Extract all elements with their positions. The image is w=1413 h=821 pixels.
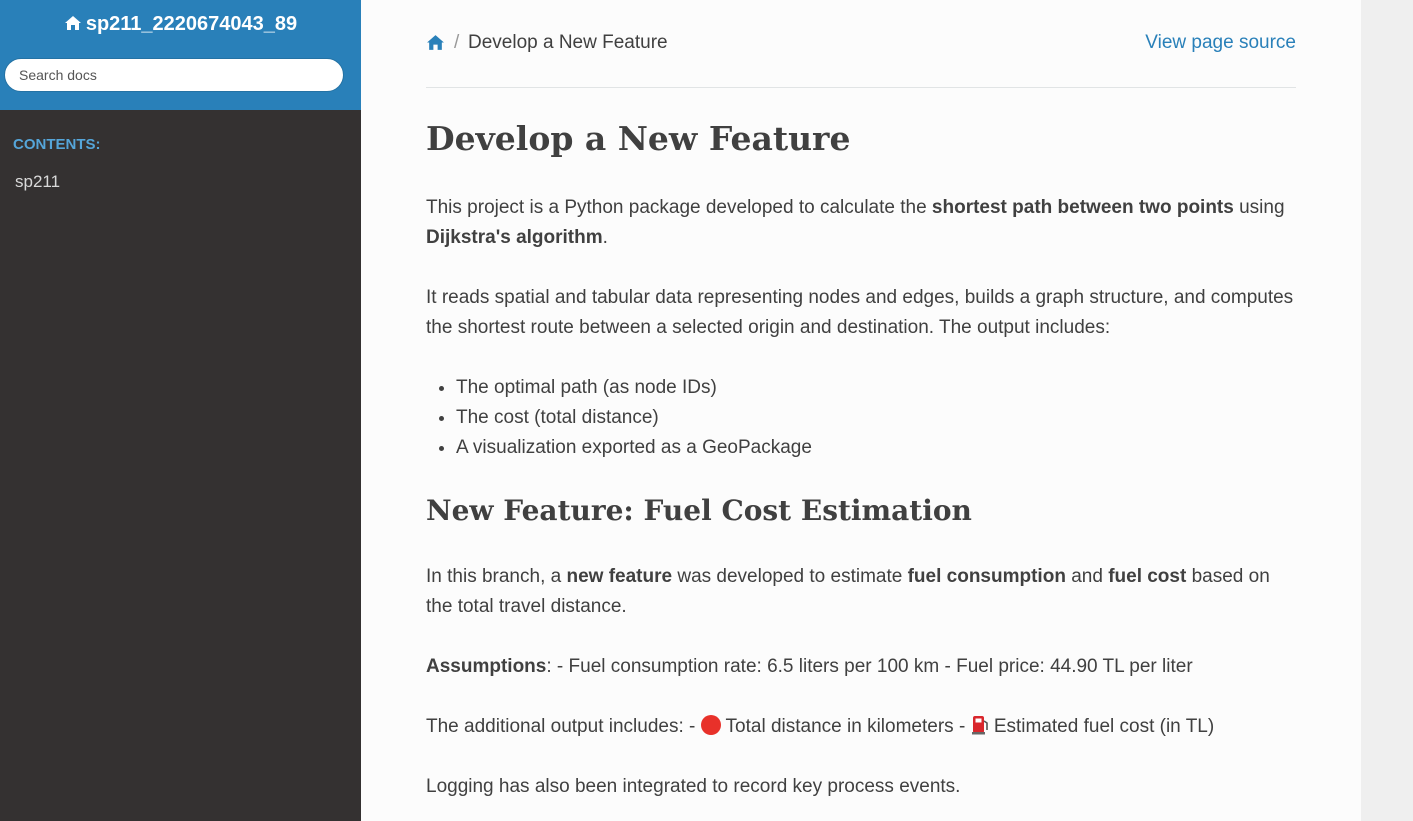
assumptions-paragraph: Assumptions: - Fuel consumption rate: 6.… bbox=[426, 652, 1296, 682]
project-home-link[interactable]: sp211_2220674043_89 bbox=[64, 13, 297, 37]
sidebar: sp211_2220674043_89 CONTENTS: sp211 bbox=[0, 0, 361, 821]
feature-text: In this branch, a bbox=[426, 566, 567, 587]
main-content: / Develop a New Feature View page source… bbox=[361, 0, 1361, 821]
intro-paragraph: This project is a Python package develop… bbox=[426, 193, 1296, 253]
feature-bold-new: new feature bbox=[566, 566, 673, 587]
home-icon bbox=[64, 14, 82, 37]
additional-output-paragraph: The additional output includes: - Total … bbox=[426, 712, 1296, 745]
intro-bold-path: shortest path between two points bbox=[931, 197, 1234, 218]
feature-text: was developed to estimate bbox=[672, 566, 908, 587]
intro-text-mid: using bbox=[1233, 197, 1285, 218]
additional-text: Estimated fuel cost (in TL) bbox=[988, 716, 1215, 737]
page-title: Develop a New Feature bbox=[426, 119, 851, 158]
list-item: The cost (total distance) bbox=[456, 403, 1326, 433]
breadcrumb-home-icon[interactable] bbox=[426, 34, 445, 57]
breadcrumb: / Develop a New Feature View page source bbox=[426, 32, 1296, 56]
divider bbox=[426, 87, 1296, 88]
scrollbar-gutter bbox=[1361, 0, 1413, 821]
intro-text: This project is a Python package develop… bbox=[426, 197, 932, 218]
feature-paragraph: In this branch, a new feature was develo… bbox=[426, 562, 1296, 622]
feature-bold-cost: fuel cost bbox=[1108, 566, 1187, 587]
feature-bold-consumption: fuel consumption bbox=[907, 566, 1066, 587]
additional-text: Total distance in kilometers - bbox=[720, 716, 971, 737]
section-title: New Feature: Fuel Cost Estimation bbox=[426, 494, 972, 527]
feature-text: and bbox=[1065, 566, 1109, 587]
breadcrumb-separator: / bbox=[454, 32, 460, 53]
contents-caption: CONTENTS: bbox=[13, 136, 101, 153]
red-circle-icon bbox=[700, 715, 721, 735]
description-paragraph: It reads spatial and tabular data repres… bbox=[426, 287, 1294, 338]
list-item: A visualization exported as a GeoPackage bbox=[456, 433, 1326, 463]
intro-bold-algorithm: Dijkstra's algorithm bbox=[426, 227, 603, 248]
sidebar-item-sp211[interactable]: sp211 bbox=[15, 172, 60, 192]
fuel-pump-icon bbox=[971, 714, 989, 745]
logging-paragraph: Logging has also been integrated to reco… bbox=[426, 776, 961, 797]
additional-text: The additional output includes: - bbox=[426, 716, 701, 737]
view-source-link[interactable]: View page source bbox=[1145, 32, 1296, 54]
intro-text-end: . bbox=[602, 227, 608, 248]
breadcrumb-current: Develop a New Feature bbox=[468, 32, 668, 53]
sidebar-header: sp211_2220674043_89 bbox=[0, 0, 361, 110]
list-item: The optimal path (as node IDs) bbox=[456, 373, 1326, 403]
assumptions-text: : - Fuel consumption rate: 6.5 liters pe… bbox=[546, 656, 1193, 677]
output-list: The optimal path (as node IDs) The cost … bbox=[426, 373, 1326, 463]
assumptions-label: Assumptions bbox=[426, 656, 547, 677]
search-input[interactable] bbox=[4, 58, 344, 92]
project-title: sp211_2220674043_89 bbox=[85, 13, 298, 35]
